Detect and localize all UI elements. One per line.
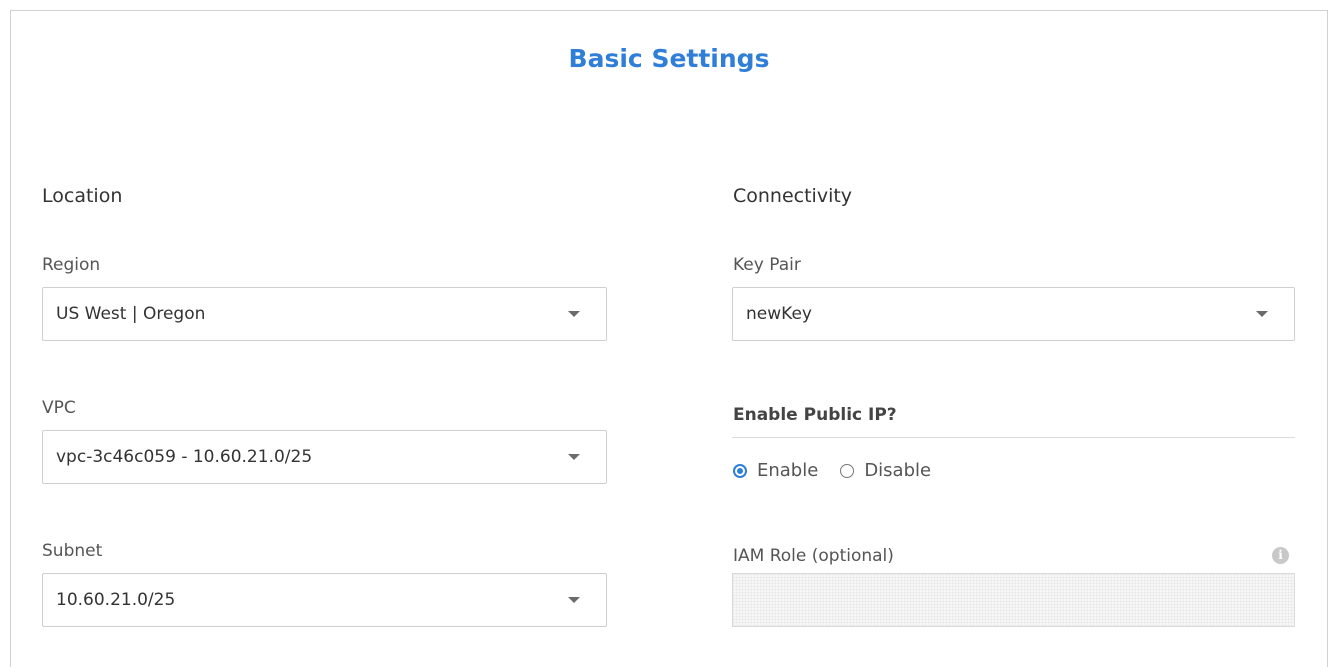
chevron-down-icon (568, 597, 580, 603)
subnet-label: Subnet (42, 541, 103, 561)
public-ip-label: Enable Public IP? (733, 405, 897, 425)
iam-role-label: IAM Role (optional) (733, 546, 894, 566)
iam-role-input[interactable] (732, 573, 1295, 627)
region-select[interactable]: US West | Oregon (42, 287, 607, 341)
divider (732, 437, 1295, 438)
key-pair-select[interactable]: newKey (732, 287, 1295, 341)
vpc-label: VPC (42, 398, 76, 418)
connectivity-heading: Connectivity (733, 185, 853, 207)
page-title: Basic Settings (568, 44, 770, 73)
location-heading: Location (42, 185, 123, 207)
subnet-value: 10.60.21.0/25 (56, 590, 176, 610)
disable-radio[interactable]: Disable (840, 460, 931, 481)
enable-radio[interactable]: Enable (733, 460, 818, 481)
region-value: US West | Oregon (56, 304, 206, 324)
radio-unchecked-icon[interactable] (840, 463, 855, 478)
key-pair-label: Key Pair (733, 255, 801, 275)
chevron-down-icon (568, 454, 580, 460)
disable-radio-label: Disable (864, 460, 932, 481)
info-icon[interactable]: i (1272, 547, 1289, 564)
vpc-value: vpc-3c46c059 - 10.60.21.0/25 (56, 447, 313, 467)
enable-radio-label: Enable (757, 460, 819, 481)
chevron-down-icon (1256, 311, 1268, 317)
subnet-select[interactable]: 10.60.21.0/25 (42, 573, 607, 627)
public-ip-radio-group: Enable Disable (733, 460, 953, 481)
region-label: Region (42, 255, 101, 275)
chevron-down-icon (568, 311, 580, 317)
vpc-select[interactable]: vpc-3c46c059 - 10.60.21.0/25 (42, 430, 607, 484)
radio-checked-icon[interactable] (733, 463, 747, 478)
key-pair-value: newKey (746, 304, 812, 324)
